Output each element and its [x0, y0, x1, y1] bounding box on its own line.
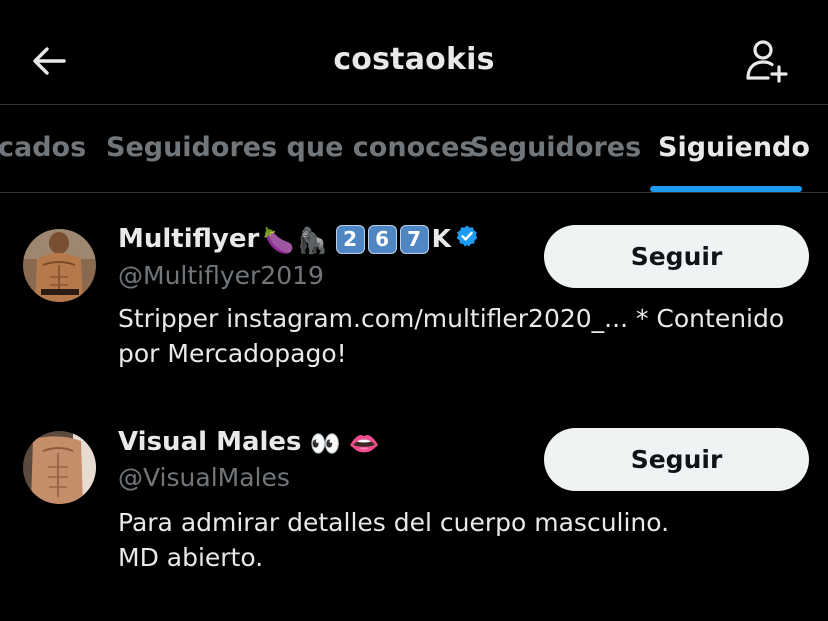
- list-item[interactable]: Visual Males 👀 👄 @VisualMales Para admirar…: [0, 393, 828, 593]
- tab-seguidores[interactable]: Seguidores: [470, 132, 641, 163]
- bio-line: Stripper instagram.com/multifler2020_...…: [118, 304, 785, 333]
- user-handle: @VisualMales: [118, 463, 290, 492]
- list-item[interactable]: Multiflyer 🍆🦍 2 6 7 K @Multiflyer2019 Strippe…: [0, 193, 828, 393]
- tab-siguiendo[interactable]: Siguiendo: [658, 132, 810, 163]
- user-display-name: Visual Males: [118, 427, 302, 457]
- person-add-icon: [746, 40, 788, 83]
- user-display-name: Multiflyer: [118, 224, 260, 254]
- verified-badge-icon: [456, 225, 478, 247]
- eyes-emoji: 👀: [309, 429, 341, 458]
- follow-button[interactable]: Seguir: [544, 225, 809, 288]
- user-handle: @Multiflyer2019: [118, 261, 324, 290]
- tab-seguidores-que-conoces[interactable]: Seguidores que conoces: [106, 132, 476, 163]
- keycap-digit: 2: [335, 225, 365, 254]
- keycap-digit: 7: [399, 225, 429, 254]
- active-tab-indicator: [650, 186, 802, 192]
- top-bar: costaokis: [0, 0, 828, 105]
- bio-line: por Mercadopago!: [118, 339, 347, 368]
- follow-button[interactable]: Seguir: [544, 428, 809, 491]
- name-suffix: K: [431, 224, 451, 253]
- page-title: costaokis: [333, 42, 495, 77]
- add-user-button[interactable]: [742, 36, 790, 84]
- user-name[interactable]: Multiflyer 🍆🦍 2 6 7 K: [118, 224, 479, 256]
- bio-line: MD abierto.: [118, 543, 264, 572]
- bio-line: Para admirar detalles del cuerpo masculi…: [118, 508, 670, 537]
- keycap-digit: 6: [367, 225, 397, 254]
- user-bio: Para admirar detalles del cuerpo masculi…: [118, 505, 808, 575]
- tab-verificados[interactable]: cados: [0, 132, 86, 163]
- tab-bar: cados Seguidores que conoces Seguidores …: [0, 105, 828, 193]
- avatar[interactable]: [23, 431, 96, 504]
- avatar[interactable]: [23, 229, 96, 302]
- lips-emoji: 👄: [348, 429, 380, 458]
- user-name[interactable]: Visual Males 👀 👄: [118, 427, 380, 459]
- user-bio: Stripper instagram.com/multifler2020_...…: [118, 301, 808, 371]
- eggplant-emoji: 🍆: [263, 226, 295, 255]
- gorilla-emoji: 🦍: [296, 226, 328, 255]
